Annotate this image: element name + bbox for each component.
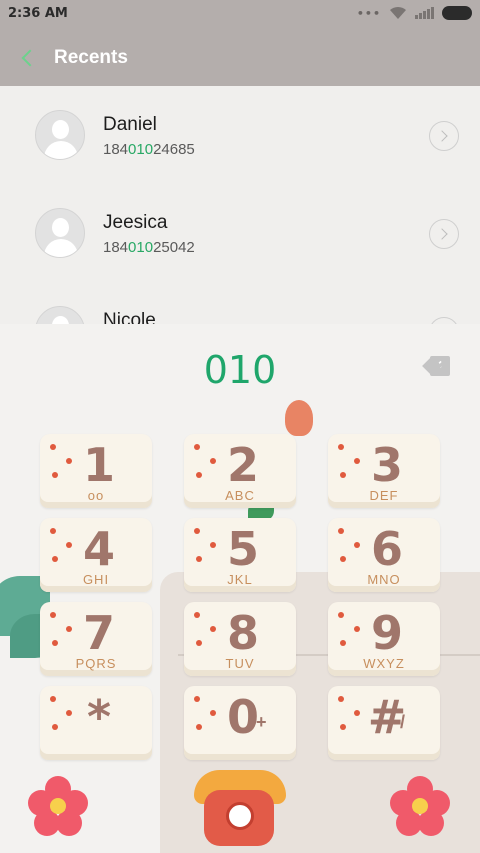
key-digit: 8 (226, 606, 259, 660)
app-bar: Recents (0, 28, 480, 86)
list-item[interactable]: Daniel 18401024685 (0, 86, 480, 184)
key-letters: PQRS (75, 656, 117, 671)
back-button[interactable] (14, 40, 44, 74)
wifi-icon (389, 6, 407, 20)
flower-icon (50, 798, 66, 814)
key-letters: TUV (225, 656, 255, 671)
dial-key-4[interactable]: 4 GHI (40, 518, 152, 592)
key-digit: 7 (82, 606, 115, 660)
status-time: 2:36 AM (8, 6, 68, 21)
contact-detail-button[interactable] (429, 121, 459, 151)
key-digit: 9 (370, 606, 403, 660)
avatar (35, 208, 85, 258)
key-digit: 5 (226, 522, 259, 576)
dial-key-hash[interactable]: # / (328, 686, 440, 760)
key-digit: 1 (82, 438, 115, 492)
contact-detail-button[interactable] (429, 219, 459, 249)
status-icons: ••• (357, 6, 472, 20)
dial-key-6[interactable]: 6 MNO (328, 518, 440, 592)
dial-key-3[interactable]: 3 DEF (328, 434, 440, 508)
key-letters: WXYZ (363, 656, 405, 671)
recents-list[interactable]: Daniel 18401024685 Jeesica 18401025042 N… (0, 86, 480, 324)
dial-key-5[interactable]: 5 JKL (184, 518, 296, 592)
key-letters: DEF (369, 488, 399, 503)
call-button[interactable] (192, 770, 288, 850)
key-letters: GHI (82, 572, 110, 587)
dial-key-0[interactable]: 0 + (184, 686, 296, 760)
status-bar: 2:36 AM ••• (0, 0, 480, 28)
dial-key-9[interactable]: 9 WXYZ (328, 602, 440, 676)
key-digit: 4 (82, 522, 115, 576)
dial-key-7[interactable]: 7 PQRS (40, 602, 152, 676)
dial-key-2[interactable]: 2 ABC (184, 434, 296, 508)
contact-number: 18401025042 (103, 239, 195, 256)
key-letters: oo (87, 488, 105, 503)
key-digit: 3 (370, 438, 403, 492)
contact-name: Daniel (103, 114, 157, 135)
page-title: Recents (54, 47, 128, 68)
key-digit: * (86, 690, 112, 744)
key-digit: 2 (226, 438, 259, 492)
key-letters: JKL (227, 572, 253, 587)
flower-right-button[interactable] (390, 776, 450, 836)
signal-icon (415, 7, 434, 19)
rotary-dial-icon (226, 802, 254, 830)
key-letters: ABC (225, 488, 255, 503)
backspace-icon: × (434, 356, 443, 372)
dialer-panel: 010 × 1 oo 2 ABC 3 DEF 4 GHI 5 JKL 6 MNO… (0, 324, 480, 853)
flower-left-button[interactable] (28, 776, 88, 836)
contact-detail-button[interactable] (429, 317, 459, 324)
avatar (35, 306, 85, 324)
list-item[interactable]: Nicole (0, 282, 480, 324)
dialed-number: 010 (203, 348, 277, 392)
dial-key-8[interactable]: 8 TUV (184, 602, 296, 676)
dial-key-star[interactable]: * (40, 686, 152, 760)
contact-number: 18401024685 (103, 141, 195, 158)
flower-bud-icon (285, 400, 313, 436)
list-item[interactable]: Jeesica 18401025042 (0, 184, 480, 282)
battery-icon (442, 6, 472, 20)
avatar (35, 110, 85, 160)
contact-name: Nicole (103, 310, 156, 324)
contact-name: Jeesica (103, 212, 168, 233)
key-letters: MNO (367, 572, 401, 587)
key-digit: 6 (370, 522, 403, 576)
dial-key-1[interactable]: 1 oo (40, 434, 152, 508)
flower-icon (412, 798, 428, 814)
key-letters: / (400, 712, 406, 732)
notification-dots: ••• (356, 6, 381, 20)
key-letters: + (256, 712, 267, 732)
backspace-button[interactable]: × (422, 356, 450, 376)
